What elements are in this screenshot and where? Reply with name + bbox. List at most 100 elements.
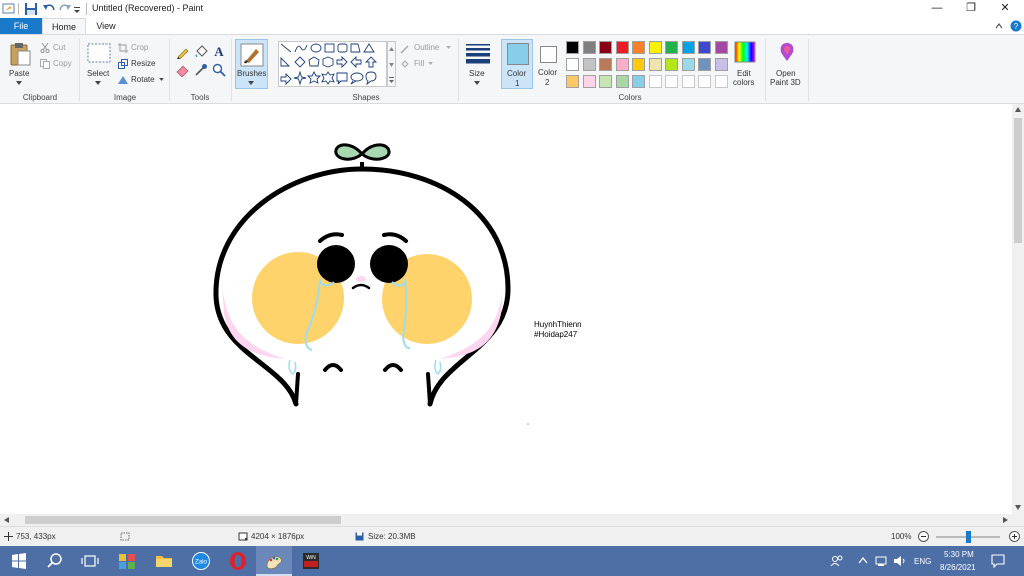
chevron-down-icon[interactable] xyxy=(95,81,101,85)
minimize-button[interactable]: — xyxy=(920,0,954,18)
network-icon[interactable] xyxy=(875,555,889,567)
palette-swatch[interactable] xyxy=(714,58,728,71)
chevron-down-icon[interactable] xyxy=(159,78,164,81)
size-button[interactable]: Size xyxy=(469,69,485,78)
people-icon[interactable] xyxy=(830,555,844,567)
restore-button[interactable]: ❐ xyxy=(954,0,988,18)
zoom-in-icon[interactable] xyxy=(1009,531,1020,542)
palette-swatch-empty[interactable] xyxy=(665,75,678,88)
palette-swatch[interactable] xyxy=(714,41,728,54)
gaming-app-icon[interactable]: WiN xyxy=(301,551,321,571)
paint-icon[interactable] xyxy=(264,551,284,571)
eraser-icon[interactable] xyxy=(176,63,190,77)
palette-swatch[interactable] xyxy=(582,58,596,71)
size-icon[interactable] xyxy=(465,42,491,64)
palette-swatch[interactable] xyxy=(615,58,629,71)
copy-button[interactable]: Copy xyxy=(53,59,72,68)
palette-swatch[interactable] xyxy=(648,58,662,71)
edit-colors-line1[interactable]: Edit xyxy=(737,69,751,78)
customize-qat-icon[interactable] xyxy=(73,2,81,16)
scroll-down-icon[interactable] xyxy=(1015,505,1021,510)
paste-icon[interactable] xyxy=(9,41,31,67)
palette-swatch[interactable] xyxy=(582,75,596,88)
palette-swatch-empty[interactable] xyxy=(698,75,711,88)
paint-app-icon[interactable] xyxy=(2,2,16,16)
opera-icon[interactable] xyxy=(228,551,248,571)
vertical-scroll-thumb[interactable] xyxy=(1014,118,1022,243)
clock-time[interactable]: 5:30 PM xyxy=(944,550,974,559)
palette-swatch[interactable] xyxy=(599,58,612,71)
palette-swatch[interactable] xyxy=(599,75,612,88)
search-icon[interactable] xyxy=(45,551,65,571)
text-icon[interactable]: A xyxy=(212,44,226,58)
palette-swatch[interactable] xyxy=(566,58,579,71)
paste-button[interactable]: Paste xyxy=(9,69,29,78)
palette-swatch[interactable] xyxy=(632,41,645,54)
zalo-icon[interactable]: Zalo xyxy=(191,551,211,571)
palette-swatch[interactable] xyxy=(632,58,645,71)
magnifier-icon[interactable] xyxy=(212,63,226,77)
help-icon[interactable]: ? xyxy=(1010,20,1022,32)
palette-swatch[interactable] xyxy=(632,75,645,88)
undo-icon[interactable] xyxy=(42,2,56,16)
redo-icon[interactable] xyxy=(58,2,72,16)
scroll-up-icon[interactable] xyxy=(1015,107,1021,112)
palette-swatch-empty[interactable] xyxy=(681,75,695,88)
chevron-down-icon[interactable] xyxy=(248,81,254,85)
volume-icon[interactable] xyxy=(893,555,907,567)
tab-file[interactable]: File xyxy=(0,18,42,34)
color2-button[interactable]: Color 2 xyxy=(534,39,564,89)
horizontal-scroll-thumb[interactable] xyxy=(25,516,341,524)
task-view-icon[interactable] xyxy=(80,551,100,571)
resize-button[interactable]: Resize xyxy=(131,59,155,68)
tab-view[interactable]: View xyxy=(86,18,126,34)
shapes-gallery[interactable] xyxy=(278,41,396,87)
palette-swatch[interactable] xyxy=(698,58,711,71)
show-hidden-icons-icon[interactable] xyxy=(858,556,868,564)
palette-swatch[interactable] xyxy=(599,41,612,54)
paint3d-icon[interactable] xyxy=(776,41,798,63)
zoom-out-icon[interactable] xyxy=(918,531,929,542)
start-windows-icon[interactable] xyxy=(9,551,29,571)
edit-colors-line2[interactable]: colors xyxy=(733,78,754,87)
palette-swatch[interactable] xyxy=(566,75,579,88)
select-icon[interactable] xyxy=(87,43,111,65)
collapse-ribbon-icon[interactable] xyxy=(994,21,1004,31)
horizontal-scrollbar[interactable] xyxy=(0,514,1024,526)
palette-swatch[interactable] xyxy=(566,41,579,54)
close-button[interactable]: ✕ xyxy=(988,0,1022,18)
color-picker-icon[interactable] xyxy=(194,63,208,77)
zoom-slider-thumb[interactable] xyxy=(966,531,971,543)
app-store-icon[interactable] xyxy=(117,551,137,571)
crop-button[interactable]: Crop xyxy=(131,43,148,52)
palette-swatch[interactable] xyxy=(698,41,711,54)
chevron-down-icon[interactable] xyxy=(16,81,22,85)
palette-swatch-empty[interactable] xyxy=(648,75,662,88)
chevron-down-icon[interactable] xyxy=(474,81,480,85)
palette-swatch[interactable] xyxy=(665,41,678,54)
palette-swatch[interactable] xyxy=(648,41,662,54)
input-language[interactable]: ENG xyxy=(914,557,931,566)
scroll-left-icon[interactable] xyxy=(4,517,9,523)
scroll-right-icon[interactable] xyxy=(1003,517,1008,523)
rotate-button[interactable]: Rotate xyxy=(131,75,155,84)
palette-swatch[interactable] xyxy=(681,58,695,71)
chevron-down-icon[interactable] xyxy=(428,62,433,65)
file-explorer-icon[interactable] xyxy=(154,551,174,571)
fill-button[interactable]: Fill xyxy=(414,59,424,68)
cut-button[interactable]: Cut xyxy=(53,43,65,52)
vertical-scrollbar[interactable] xyxy=(1012,104,1024,514)
palette-swatch[interactable] xyxy=(681,41,695,54)
palette-swatch-empty[interactable] xyxy=(714,75,728,88)
palette-swatch[interactable] xyxy=(615,41,629,54)
fill-bucket-icon[interactable] xyxy=(194,45,208,59)
select-button[interactable]: Select xyxy=(87,69,109,78)
color1-button[interactable]: Color 1 xyxy=(501,39,533,89)
paint3d-line2[interactable]: Paint 3D xyxy=(770,78,801,87)
pencil-icon[interactable] xyxy=(176,45,190,59)
palette-swatch[interactable] xyxy=(665,58,678,71)
chevron-down-icon[interactable] xyxy=(446,46,451,49)
palette-swatch[interactable] xyxy=(615,75,629,88)
notification-icon[interactable] xyxy=(991,554,1005,568)
edit-colors-icon[interactable] xyxy=(734,41,756,63)
